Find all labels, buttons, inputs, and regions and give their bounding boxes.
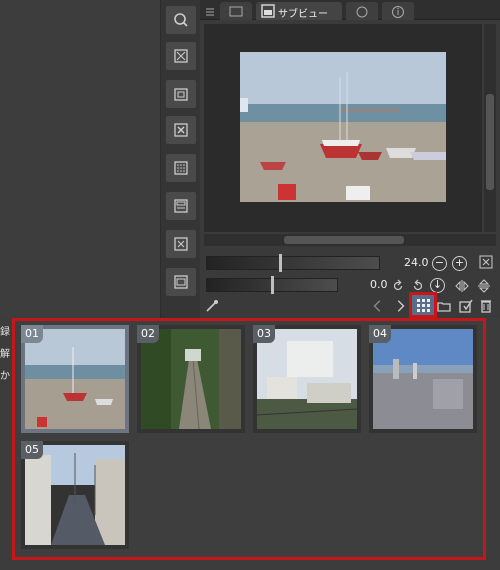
thumbnail-grid-panel: 01 02 03 04 05 [12, 318, 486, 560]
menu-icon[interactable] [204, 3, 216, 16]
panel-tab-bar: サブビュー [200, 0, 500, 20]
rotate-left-icon[interactable] [390, 278, 406, 294]
app-window: 録 解 か サブビュー 24.0 − + 0.0 ↓ 01 02 03 04 0… [0, 0, 500, 570]
subview-controls: 24.0 − + 0.0 ↓ [200, 248, 500, 318]
rotate-value: 0.0 [370, 278, 388, 291]
rotate-slider-thumb[interactable] [271, 276, 274, 294]
horizontal-scroll-thumb[interactable] [284, 236, 404, 244]
zoom-slider[interactable] [206, 254, 380, 272]
zoom-in-icon[interactable]: + [452, 256, 467, 271]
thumbnail-index: 05 [21, 441, 43, 459]
subview-canvas[interactable] [204, 24, 482, 232]
preview-image [240, 52, 446, 202]
rotate-slider[interactable] [206, 276, 338, 294]
add-layer-icon[interactable] [166, 42, 196, 70]
fit-view-icon[interactable] [478, 254, 494, 270]
horizontal-scrollbar[interactable] [204, 234, 496, 246]
vertical-scroll-thumb[interactable] [486, 94, 494, 190]
eyedropper-icon[interactable] [204, 298, 220, 314]
flip-horizontal-icon[interactable] [454, 278, 470, 294]
thumbnail-item[interactable]: 01 [21, 325, 129, 433]
import-image-icon[interactable] [436, 298, 452, 314]
left-panel [0, 0, 160, 318]
vertical-scrollbar[interactable] [484, 24, 496, 232]
info-tab-icon[interactable] [382, 2, 414, 20]
thumbnail-image [25, 329, 125, 429]
thumbnail-image [257, 329, 357, 429]
thumbnail-index: 04 [369, 325, 391, 343]
reset-rotation-icon[interactable]: ↓ [430, 278, 445, 293]
trash-icon[interactable] [478, 298, 494, 314]
edit-check-icon[interactable] [458, 298, 474, 314]
thumbnail-item[interactable]: 04 [369, 325, 477, 433]
previous-image-icon[interactable] [370, 298, 386, 314]
thumbnail-grid-button[interactable] [409, 292, 437, 318]
zoom-out-icon[interactable]: − [432, 256, 447, 271]
tool-strip [160, 0, 200, 318]
expand-icon[interactable] [166, 230, 196, 258]
subview-tab[interactable]: サブビュー [256, 2, 342, 20]
frame-icon[interactable] [166, 192, 196, 220]
thumbnail-index: 01 [21, 325, 43, 343]
subview-panel: サブビュー 24.0 − + 0.0 ↓ [200, 0, 500, 318]
zoom-slider-thumb[interactable] [279, 254, 282, 272]
thumbnail-index: 03 [253, 325, 275, 343]
subview-tab-icon [261, 4, 275, 18]
grid-icon [417, 299, 430, 312]
layer-tab-icon[interactable] [220, 2, 252, 20]
thumbnail-item[interactable]: 05 [21, 441, 129, 549]
layer-folder-icon[interactable] [166, 80, 196, 108]
zoom-value: 24.0 [404, 256, 429, 269]
thumbnail-image [25, 445, 125, 545]
thumbnail-image [373, 329, 473, 429]
thumbnail-item[interactable]: 02 [137, 325, 245, 433]
window-icon[interactable] [166, 268, 196, 296]
navigator-icon[interactable] [166, 6, 196, 34]
delete-icon[interactable] [166, 116, 196, 144]
search-tab-icon[interactable] [346, 2, 378, 20]
subview-tab-label: サブビュー [278, 9, 328, 20]
tone-icon[interactable] [166, 154, 196, 182]
next-image-icon[interactable] [392, 298, 408, 314]
thumbnail-index: 02 [137, 325, 159, 343]
thumbnail-item[interactable]: 03 [253, 325, 361, 433]
flip-vertical-icon[interactable] [476, 278, 492, 294]
thumbnail-image [141, 329, 241, 429]
